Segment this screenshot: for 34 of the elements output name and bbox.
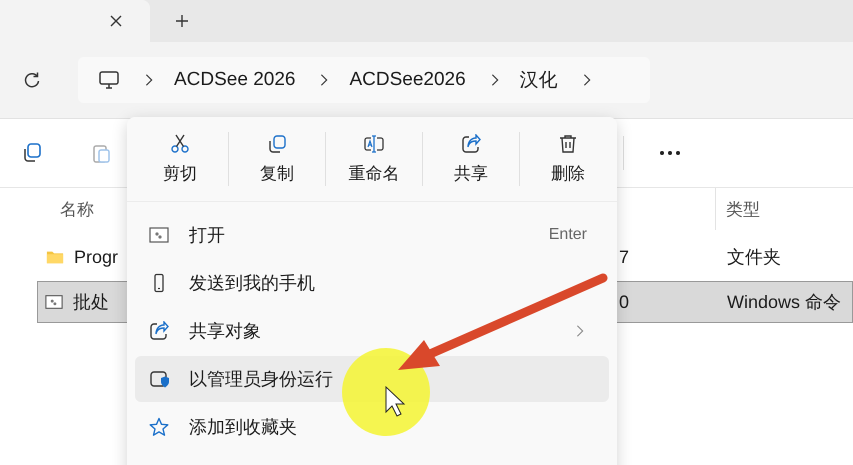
close-icon[interactable] <box>108 13 124 29</box>
delete-button[interactable]: 删除 <box>523 122 613 196</box>
share-button[interactable]: 共享 <box>426 122 516 196</box>
breadcrumb-item[interactable]: 汉化 <box>520 67 558 93</box>
scissors-icon <box>170 134 190 154</box>
menu-item[interactable]: 添加到收藏夹 <box>135 404 609 450</box>
date-cell: 0 <box>619 292 630 312</box>
address-bar[interactable]: ACDSee 2026 ACDSee2026 汉化 <box>78 57 650 103</box>
share-icon <box>149 321 169 341</box>
rename-button[interactable]: 重命名 <box>329 122 419 196</box>
file-name[interactable]: Progr <box>74 246 118 268</box>
copy-icon <box>267 134 287 154</box>
type-cell-text: 文件夹 <box>727 246 781 269</box>
type-cell-text: Windows 命令 <box>727 291 842 314</box>
file-name[interactable]: 批处 <box>73 290 109 314</box>
trash-icon <box>558 134 578 154</box>
gears-window-icon <box>149 225 169 245</box>
star-icon <box>149 417 169 437</box>
more-icon[interactable] <box>658 150 682 156</box>
menu-item[interactable]: 发送到我的手机 <box>135 260 609 306</box>
column-header[interactable]: 类型 <box>715 188 853 230</box>
monitor-icon[interactable] <box>98 69 120 91</box>
breadcrumb-item[interactable]: ACDSee 2026 <box>174 69 296 91</box>
breadcrumb-item[interactable]: ACDSee2026 <box>349 69 466 91</box>
copy-button[interactable]: 复制 <box>232 122 322 196</box>
gears-window-icon <box>44 293 64 311</box>
date-cell: 7 <box>619 246 630 268</box>
menu-item[interactable]: 共享对象 <box>135 308 609 354</box>
menu-item[interactable]: 打开 Enter <box>135 212 609 258</box>
cut-button[interactable]: 剪切 <box>135 122 225 196</box>
refresh-icon[interactable] <box>22 70 42 90</box>
plus-icon[interactable] <box>174 13 190 29</box>
rename-icon <box>364 134 384 154</box>
share-icon <box>461 134 481 154</box>
